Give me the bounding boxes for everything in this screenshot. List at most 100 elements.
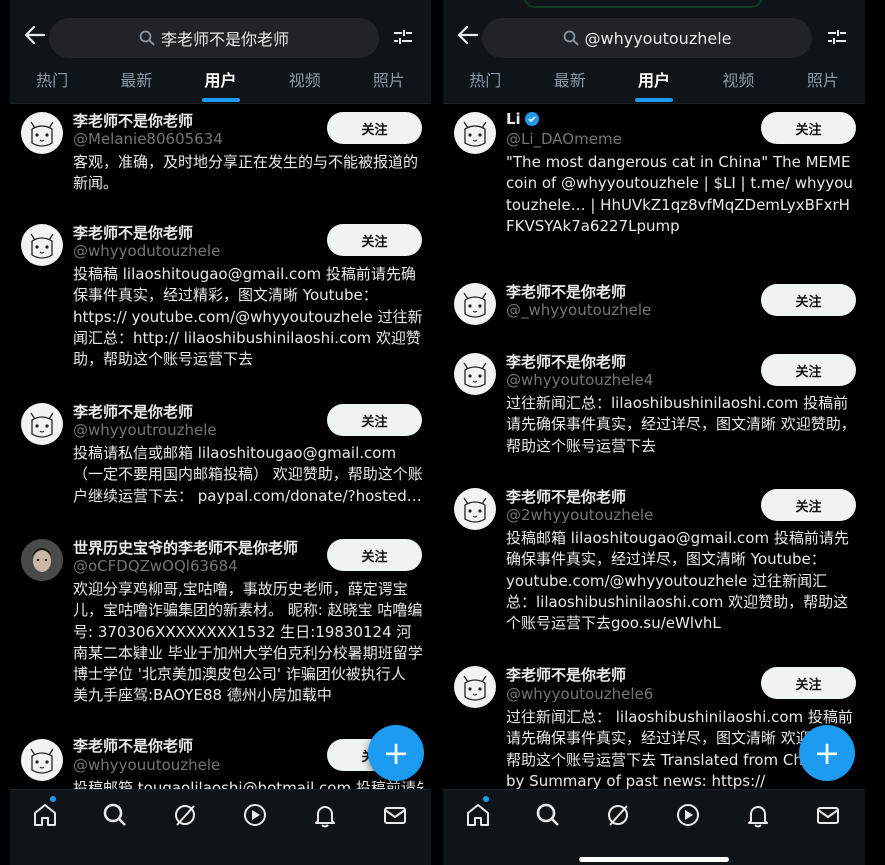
avatar[interactable] [454,353,496,395]
filter-icon[interactable] [391,25,415,49]
user-list: 李老师不是你老师 @Melanie80605634 客观，准确，及时地分享正在发… [10,104,431,789]
compose-fab[interactable]: + [368,725,424,781]
follow-button[interactable]: 关注 [327,112,422,144]
explore-icon[interactable] [100,800,130,830]
tab-bar: 热门 最新 用户 视频 照片 [10,66,431,104]
back-arrow-icon[interactable] [457,24,479,46]
user-handle: @Melanie80605634 [73,130,223,148]
search-icon [139,30,155,46]
user-name: 李老师不是你老师 [73,403,194,421]
user-name: 李老师不是你老师 [506,353,627,371]
bell-icon[interactable] [743,800,773,830]
avatar[interactable] [454,666,496,708]
video-icon[interactable] [673,800,703,830]
follow-button[interactable]: 关注 [327,404,422,436]
user-name: 李老师不是你老师 [506,666,627,684]
user-bio: 欢迎分享鸡柳哥,宝咕噜，事故历史老师，薛定谔宝儿，宝咕噜诈骗集团的新素材。 昵称… [73,580,423,705]
avatar[interactable] [21,224,63,266]
user-bio: 投稿邮箱 lilaoshitougao@gmail.com 投稿前请先确保事件真… [506,529,849,633]
avatar[interactable] [454,112,496,154]
user-bio: 客观，准确，及时地分享正在发生的与不能被报道的新闻。 [73,153,419,193]
explore-icon[interactable] [533,800,563,830]
bell-icon[interactable] [310,800,340,830]
follow-button[interactable]: 关注 [761,284,856,316]
plus-icon: + [382,734,410,772]
top-bar: @whyyoutouzhele 热门 最新 用户 视频 照片 [443,0,865,104]
user-handle: @2whyyoutouzhele [506,506,654,524]
follow-button[interactable]: 关注 [761,489,856,521]
tab-hot[interactable]: 热门 [10,66,94,104]
list-item[interactable]: 李老师不是你老师 @whyyoutouzhele4 过往新闻汇总：lilaosh… [443,349,865,469]
tab-photos[interactable]: 照片 [347,66,431,104]
avatar[interactable] [21,739,63,781]
list-item[interactable]: Li @Li_DAOmeme "The most dangerous cat i… [443,104,865,269]
avatar[interactable] [454,488,496,530]
phone-right: @whyyoutouzhele 热门 最新 用户 视频 照片 Li @Li_DA… [443,0,865,865]
follow-button[interactable]: 关注 [761,112,856,144]
follow-button[interactable]: 关注 [327,224,422,256]
top-bar: 李老师不是你老师 热门 最新 用户 视频 照片 [10,0,431,104]
list-item[interactable]: 李老师不是你老师 @whyyoutrouzhele 投稿请私信或邮箱 lilao… [10,399,431,524]
user-name: 李老师不是你老师 [506,488,627,506]
tab-users[interactable]: 用户 [178,66,262,104]
search-input[interactable]: @whyyoutouzhele [482,18,812,58]
notification-dot [483,796,489,802]
follow-button[interactable]: 关注 [761,667,856,699]
user-name: 李老师不是你老师 [506,283,627,301]
list-item[interactable]: 李老师不是你老师 @_whyyoutouzhele 关注 [443,279,865,339]
avatar[interactable] [21,112,63,154]
filter-icon[interactable] [825,25,849,49]
home-indicator[interactable] [579,857,729,862]
video-icon[interactable] [240,800,270,830]
home-icon[interactable] [463,800,493,830]
list-item[interactable]: 李老师不是你老师 @2whyyoutouzhele 投稿邮箱 lilaoshit… [443,484,865,649]
tab-users[interactable]: 用户 [612,66,696,104]
user-bio: 投稿稿 lilaoshitougao@gmail.com 投稿前请先确保事件真实… [73,265,423,369]
back-arrow-icon[interactable] [24,24,46,46]
search-input[interactable]: 李老师不是你老师 [49,18,379,58]
tab-photos[interactable]: 照片 [781,66,865,104]
tab-videos[interactable]: 视频 [263,66,347,104]
bottom-nav [443,789,865,865]
user-name: 李老师不是你老师 [73,737,194,755]
user-handle: @whyyoutouzhele4 [506,371,654,389]
user-handle: @whyyouutouzhele [73,756,221,774]
tab-latest[interactable]: 最新 [94,66,178,104]
avatar[interactable] [21,539,63,581]
home-icon[interactable] [30,800,60,830]
avatar[interactable] [454,283,496,325]
list-item[interactable]: 李老师不是你老师 @whyyoutouzhele6 过往新闻汇总： lilaos… [443,662,865,789]
user-name: 李老师不是你老师 [73,224,194,242]
user-name: 李老师不是你老师 [73,112,194,130]
phone-left: 李老师不是你老师 热门 最新 用户 视频 照片 李老师不是你老师 @Melani… [10,0,431,865]
mail-icon[interactable] [380,800,410,830]
tab-bar: 热门 最新 用户 视频 照片 [443,66,865,104]
user-bio: "The most dangerous cat in China" The ME… [506,153,853,235]
follow-button[interactable]: 关注 [327,539,422,571]
grok-icon[interactable] [170,800,200,830]
tab-videos[interactable]: 视频 [696,66,780,104]
user-handle: @whyyodutouzhele [73,242,221,260]
user-handle: @_whyyoutouzhele [506,301,652,319]
avatar[interactable] [21,403,63,445]
tab-latest[interactable]: 最新 [527,66,611,104]
user-handle: @whyyoutrouzhele [73,421,217,439]
user-handle: @oCFDQZwOQl63684 [73,557,238,575]
follow-button[interactable]: 关注 [761,354,856,386]
list-item[interactable]: 李老师不是你老师 @Melanie80605634 客观，准确，及时地分享正在发… [10,104,431,204]
user-name: 世界历史宝爷的李老师不是你老师 [73,539,299,557]
search-query: 李老师不是你老师 [160,30,289,49]
list-item[interactable]: 李老师不是你老师 @whyyodutouzhele 投稿稿 lilaoshito… [10,216,431,386]
user-handle: @Li_DAOmeme [506,130,622,148]
compose-fab[interactable]: + [799,725,855,781]
user-handle: @whyyoutouzhele6 [506,685,654,703]
user-list: Li @Li_DAOmeme "The most dangerous cat i… [443,104,865,789]
mail-icon[interactable] [813,800,843,830]
verified-badge-icon [524,112,539,126]
plus-icon: + [813,734,841,772]
search-icon [563,30,579,46]
tab-hot[interactable]: 热门 [443,66,527,104]
grok-icon[interactable] [603,800,633,830]
list-item[interactable]: 世界历史宝爷的李老师不是你老师 @oCFDQZwOQl63684 欢迎分享鸡柳哥… [10,534,431,714]
user-bio: 过往新闻汇总：lilaoshibushinilaoshi.com 投稿前请先确保… [506,394,856,455]
